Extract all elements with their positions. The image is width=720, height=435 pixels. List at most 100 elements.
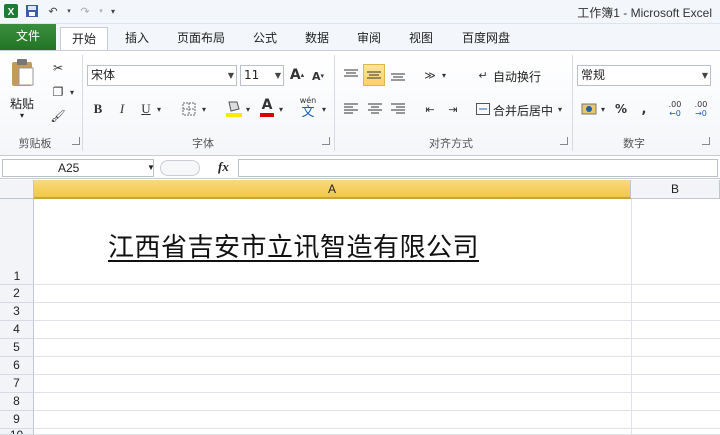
cut-icon[interactable]: ✂ (48, 59, 68, 77)
font-size-value: 11 (244, 68, 260, 82)
row-header-10[interactable]: 10 (0, 429, 34, 435)
wrap-text-icon[interactable]: ↵ (474, 65, 492, 85)
font-size-combo[interactable]: 11 ▼ (240, 65, 284, 86)
customize-qat-icon[interactable]: ▾ (108, 2, 118, 20)
row-header-4[interactable]: 4 (0, 321, 34, 339)
row-number: 9 (13, 412, 20, 426)
redo-dropdown-icon[interactable]: ▾ (97, 2, 105, 20)
paste-dropdown-icon[interactable]: ▾ (20, 111, 24, 120)
number-launcher-icon[interactable] (702, 137, 710, 145)
font-color-icon[interactable]: A (258, 95, 276, 119)
alignment-launcher-icon[interactable] (560, 137, 568, 145)
grid-row[interactable] (34, 375, 720, 393)
formula-bar-splitter[interactable] (160, 160, 200, 176)
copy-dropdown-icon[interactable]: ▾ (68, 83, 76, 101)
column-header-a[interactable]: A (34, 180, 631, 199)
decrease-indent-icon[interactable]: ⇤ (420, 99, 440, 119)
format-painter-icon[interactable]: 🖌 (48, 107, 68, 125)
font-color-dropdown-icon[interactable]: ▾ (277, 99, 285, 119)
paste-button[interactable]: 粘贴 (10, 95, 34, 112)
align-top-icon[interactable] (341, 65, 361, 85)
merge-center-dropdown-icon[interactable]: ▾ (556, 99, 564, 119)
row-header-2[interactable]: 2 (0, 285, 34, 303)
select-all-corner[interactable] (0, 180, 34, 199)
grid-row[interactable] (34, 429, 720, 435)
comma-style-button[interactable]: , (636, 99, 652, 119)
tab-view[interactable]: 视图 (400, 27, 442, 50)
grid-row[interactable] (34, 285, 720, 303)
row-header-9[interactable]: 9 (0, 411, 34, 429)
save-icon[interactable] (23, 2, 41, 20)
merge-center-icon[interactable] (474, 99, 492, 119)
grid-row[interactable] (34, 339, 720, 357)
tab-data[interactable]: 数据 (296, 27, 338, 50)
orientation-dropdown-icon[interactable]: ▾ (440, 65, 448, 85)
row-header-3[interactable]: 3 (0, 303, 34, 321)
tab-page-layout[interactable]: 页面布局 (168, 27, 234, 50)
border-dropdown-icon[interactable]: ▾ (200, 99, 208, 119)
grid-row[interactable] (34, 303, 720, 321)
tab-insert[interactable]: 插入 (114, 27, 160, 50)
border-icon[interactable] (180, 99, 198, 119)
name-box-dropdown-icon[interactable]: ▼ (147, 160, 155, 176)
tab-formulas[interactable]: 公式 (244, 27, 286, 50)
cell-a1[interactable]: 江西省吉安市立讯智造有限公司 (108, 227, 479, 264)
accounting-format-icon[interactable] (580, 99, 598, 119)
group-divider (572, 55, 573, 151)
align-right-icon[interactable] (388, 99, 408, 119)
row-header-1[interactable]: 1 (0, 199, 34, 285)
copy-icon[interactable]: ❐ (48, 83, 68, 101)
row-number: 4 (13, 322, 20, 336)
grid-row[interactable] (34, 411, 720, 429)
tab-file[interactable]: 文件 (0, 24, 56, 50)
clipboard-launcher-icon[interactable] (72, 137, 80, 145)
formula-input[interactable] (238, 159, 718, 177)
orientation-icon[interactable]: ≫ (420, 65, 440, 85)
merge-center-button[interactable]: 合并后居中 (493, 102, 553, 119)
align-middle-icon[interactable] (363, 64, 385, 86)
row-number: 7 (13, 376, 20, 390)
font-launcher-icon[interactable] (322, 137, 330, 145)
bold-button[interactable]: B (89, 99, 107, 119)
increase-decimal-icon[interactable]: .00 ←0 (664, 97, 686, 121)
tab-baidu-netdisk[interactable]: 百度网盘 (452, 27, 520, 50)
grid-row[interactable] (34, 393, 720, 411)
underline-dropdown-icon[interactable]: ▾ (155, 99, 163, 119)
underline-button[interactable]: U (137, 99, 155, 119)
fill-color-dropdown-icon[interactable]: ▾ (244, 99, 252, 119)
align-left-icon[interactable] (341, 99, 361, 119)
font-name-combo[interactable]: 宋体 ▼ (87, 65, 237, 86)
column-header-b[interactable]: B (631, 180, 720, 199)
paste-icon[interactable] (8, 57, 38, 89)
grid-row[interactable] (34, 357, 720, 375)
tab-home[interactable]: 开始 (60, 27, 108, 50)
row-header-7[interactable]: 7 (0, 375, 34, 393)
undo-dropdown-icon[interactable]: ▾ (65, 2, 73, 20)
redo-icon[interactable]: ↷ (76, 2, 94, 20)
wrap-text-button[interactable]: 自动换行 (493, 68, 541, 85)
fill-color-icon[interactable] (224, 97, 244, 119)
row-header-5[interactable]: 5 (0, 339, 34, 357)
increase-indent-icon[interactable]: ⇥ (443, 99, 463, 119)
align-center-icon[interactable] (365, 99, 385, 119)
row-number: 1 (13, 269, 21, 283)
phonetic-dropdown-icon[interactable]: ▾ (320, 99, 328, 119)
tab-review[interactable]: 审阅 (348, 27, 390, 50)
percent-style-button[interactable]: % (612, 99, 630, 119)
italic-button[interactable]: I (113, 99, 131, 119)
row-header-6[interactable]: 6 (0, 357, 34, 375)
number-format-combo[interactable]: 常规 ▼ (577, 65, 711, 86)
accounting-dropdown-icon[interactable]: ▾ (599, 99, 607, 119)
name-box[interactable]: A25 ▼ (2, 159, 155, 177)
phonetic-guide-icon[interactable]: wén 文 (296, 95, 320, 121)
grid-row[interactable] (34, 321, 720, 339)
align-bottom-icon[interactable] (388, 65, 408, 85)
row-header-8[interactable]: 8 (0, 393, 34, 411)
font-name-value: 宋体 (91, 68, 116, 82)
shrink-font-icon[interactable]: A ▾ (310, 67, 326, 85)
grow-font-icon[interactable]: A ▴ (288, 65, 306, 85)
increase-decimal-label: .00 (668, 100, 682, 109)
undo-icon[interactable]: ↶ (44, 2, 62, 20)
decrease-decimal-icon[interactable]: .00 →0 (690, 97, 712, 121)
insert-function-icon[interactable]: fx (218, 159, 229, 175)
